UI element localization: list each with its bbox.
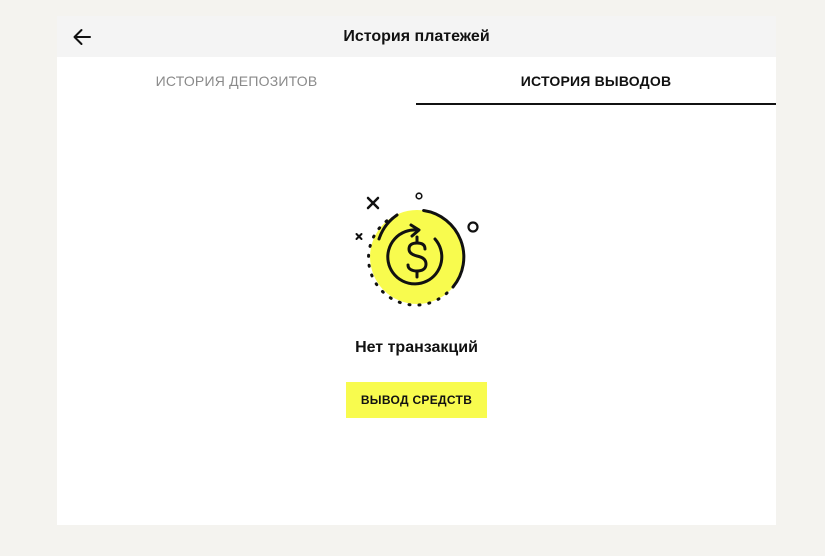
back-button[interactable] [69,24,95,50]
arrow-left-icon [73,29,91,45]
tab-withdrawal-history[interactable]: ИСТОРИЯ ВЫВОДОВ [416,57,776,105]
tab-deposit-history[interactable]: ИСТОРИЯ ДЕПОЗИТОВ [57,57,416,105]
tab-bar: ИСТОРИЯ ДЕПОЗИТОВ ИСТОРИЯ ВЫВОДОВ [57,57,776,105]
active-tab-indicator [416,103,776,105]
withdraw-funds-button[interactable]: ВЫВОД СРЕДСТВ [346,382,487,418]
coin-refresh-icon [355,192,479,307]
page-title: История платежей [343,28,490,45]
app-header: История платежей [57,16,776,57]
content-panel: ИСТОРИЯ ДЕПОЗИТОВ ИСТОРИЯ ВЫВОДОВ Нет тр… [57,57,776,525]
empty-state-title: Нет транзакций [355,339,478,356]
